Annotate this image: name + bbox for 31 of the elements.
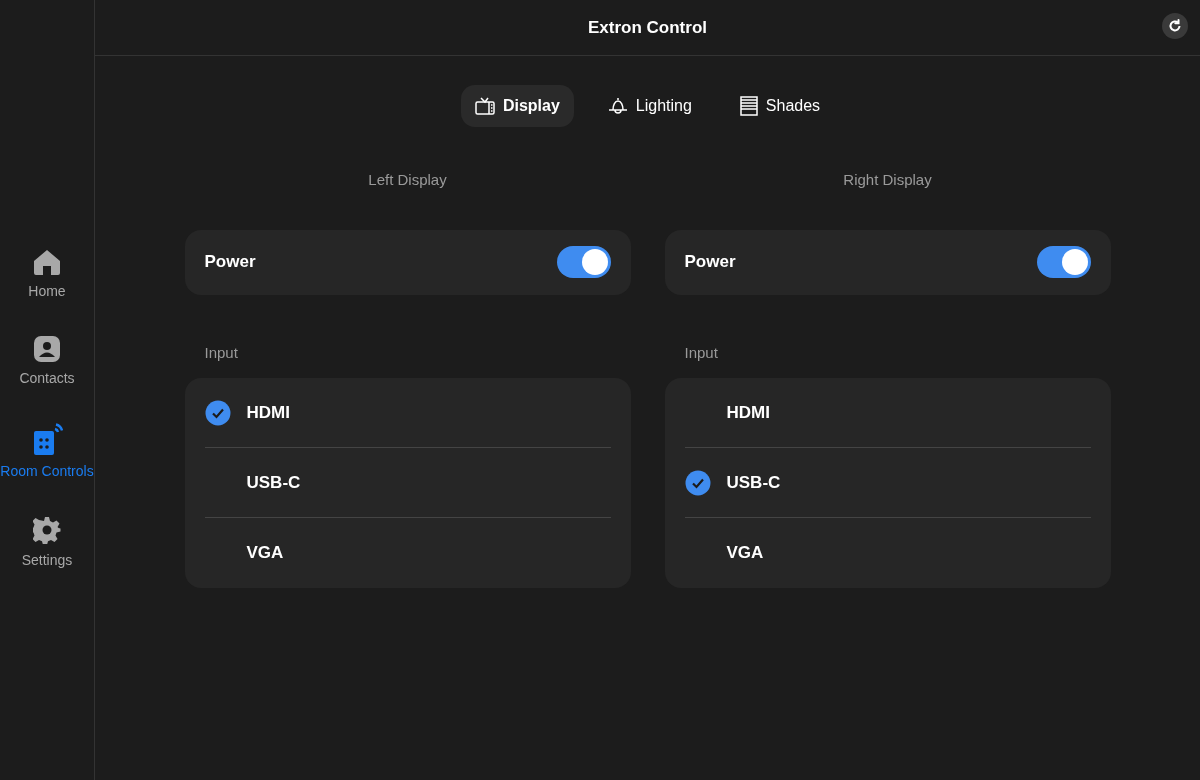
bell-lamp-icon [607, 97, 628, 115]
sidebar-item[interactable]: Room Controls [0, 423, 94, 482]
input-option[interactable]: VGA [204, 518, 611, 588]
column-heading: Left Display [367, 170, 448, 190]
tv-icon [474, 97, 495, 115]
sidebar-item[interactable]: Contacts [19, 336, 75, 389]
input-option[interactable]: HDMI [684, 378, 1091, 448]
input-option[interactable]: HDMI [204, 378, 611, 448]
power-label: Power [684, 251, 736, 274]
power-toggle[interactable] [556, 246, 611, 278]
column-heading: Right Display [842, 170, 933, 190]
tab[interactable]: Display [460, 85, 574, 127]
power-toggle[interactable] [1036, 246, 1091, 278]
section-label: Input [683, 342, 719, 363]
refresh-button[interactable] [1162, 13, 1188, 39]
home-icon [33, 249, 61, 275]
window-blinds-icon [739, 96, 758, 116]
power-label: Power [204, 251, 256, 274]
section-label: Input [203, 342, 239, 363]
gear-icon [33, 516, 61, 544]
input-option[interactable]: USB-C [684, 448, 1091, 518]
input-option[interactable]: VGA [684, 518, 1091, 588]
tab[interactable]: Lighting [593, 85, 706, 127]
tab[interactable]: Shades [725, 85, 835, 127]
sidebar-item[interactable]: Home [28, 249, 66, 302]
refresh-icon [1168, 19, 1182, 33]
remote-control-icon [31, 423, 63, 455]
sidebar-item[interactable]: Settings [21, 516, 73, 571]
contact-card-icon [34, 336, 60, 362]
input-option[interactable]: USB-C [204, 448, 611, 518]
window-title: Extron Control [588, 16, 707, 39]
